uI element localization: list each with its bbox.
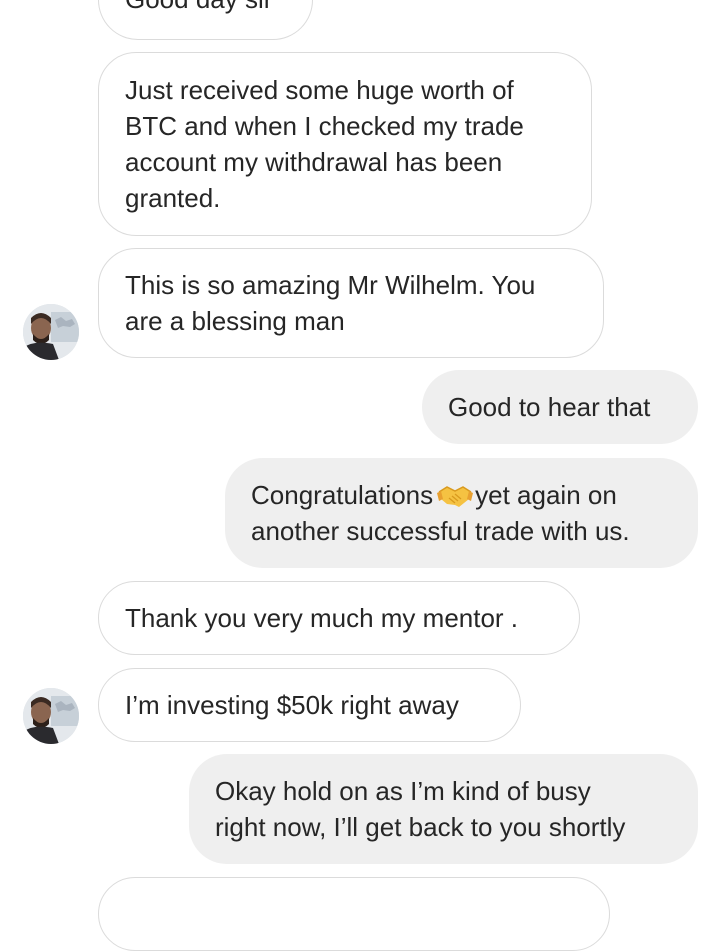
message-text: Okay hold on as I’m kind of busy right n… bbox=[215, 773, 625, 845]
avatar-photo bbox=[23, 304, 79, 360]
message-line: BTC and when I checked my trade bbox=[125, 111, 524, 141]
message-line: granted. bbox=[125, 183, 221, 213]
message-bubble-outgoing[interactable]: Okay hold on as I’m kind of busy right n… bbox=[189, 754, 698, 864]
message-bubble-incoming[interactable]: I’m investing $50k right away bbox=[98, 668, 521, 742]
message-fragment: Congratulations bbox=[251, 480, 434, 510]
message-bubble-outgoing[interactable]: Congratulations yet again on another suc… bbox=[225, 458, 698, 568]
message-bubble-outgoing[interactable]: Good to hear that bbox=[422, 370, 698, 444]
message-line: are a blessing man bbox=[125, 306, 345, 336]
sender-avatar[interactable] bbox=[23, 304, 79, 360]
message-bubble-incoming[interactable]: This is so amazing Mr Wilhelm. You are a… bbox=[98, 248, 604, 358]
message-line: right now, I’ll get back to you shortly bbox=[215, 812, 626, 842]
message-text: Thank you very much my mentor . bbox=[125, 603, 519, 633]
message-text: Good day sir bbox=[125, 0, 272, 17]
message-text: Good to hear that bbox=[448, 392, 651, 422]
message-line: This is so amazing Mr Wilhelm. You bbox=[125, 270, 536, 300]
message-text: Just received some huge worth of BTC and… bbox=[125, 72, 524, 216]
message-bubble-incoming[interactable]: Good day sir bbox=[98, 0, 313, 40]
message-text: I’m investing $50k right away bbox=[125, 690, 459, 720]
message-line: Okay hold on as I’m kind of busy bbox=[215, 776, 591, 806]
message-bubble-incoming[interactable]: Thank you very much my mentor . bbox=[98, 581, 580, 655]
message-fragment: yet again on bbox=[475, 480, 617, 510]
handshake-icon bbox=[437, 486, 474, 507]
message-line: Congratulations yet again on bbox=[251, 477, 630, 513]
sender-avatar[interactable] bbox=[23, 688, 79, 744]
message-bubble-incoming[interactable] bbox=[98, 877, 610, 951]
message-line: Just received some huge worth of bbox=[125, 75, 514, 105]
message-line: another successful trade with us. bbox=[251, 516, 630, 546]
message-text: This is so amazing Mr Wilhelm. You are a… bbox=[125, 267, 535, 339]
message-text: Congratulations yet again on another suc… bbox=[251, 477, 630, 549]
message-line: account my withdrawal has been bbox=[125, 147, 503, 177]
avatar-photo bbox=[23, 688, 79, 744]
message-bubble-incoming[interactable]: Just received some huge worth of BTC and… bbox=[98, 52, 592, 236]
